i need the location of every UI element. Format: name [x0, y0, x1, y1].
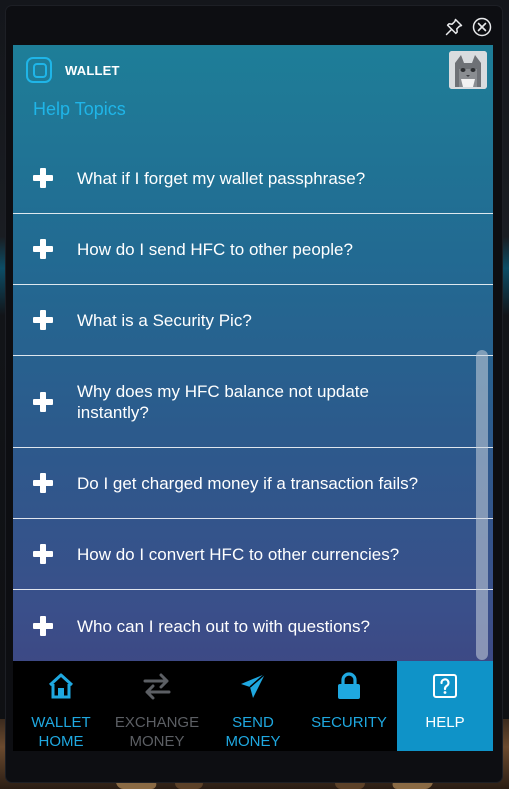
- plus-icon: [33, 310, 53, 330]
- faq-question: How do I convert HFC to other currencies…: [77, 544, 400, 564]
- faq-question: Do I get charged money if a transaction …: [77, 473, 419, 493]
- question-box-icon: [433, 674, 457, 698]
- wallet-logo-icon: [26, 57, 52, 83]
- scrollbar-thumb[interactable]: [476, 350, 488, 660]
- home-icon: [48, 673, 74, 699]
- nav-help[interactable]: HELP: [397, 661, 493, 751]
- faq-item[interactable]: Why does my HFC balance not update insta…: [13, 356, 493, 448]
- plus-icon: [33, 391, 53, 412]
- faq-item[interactable]: What if I forget my wallet passphrase?: [13, 143, 493, 214]
- avatar[interactable]: [449, 51, 487, 89]
- faq-item[interactable]: What is a Security Pic?: [13, 285, 493, 356]
- plus-icon: [33, 239, 53, 259]
- faq-question: Who can I reach out to with questions?: [77, 616, 370, 636]
- nav-send-money[interactable]: SEND MONEY: [205, 661, 301, 751]
- plus-icon: [33, 544, 53, 564]
- app-header: WALLET Help Topics: [13, 45, 493, 145]
- pin-button[interactable]: [443, 16, 465, 38]
- faq-question: How do I send HFC to other people?: [77, 239, 353, 259]
- pin-icon: [445, 18, 463, 36]
- nav-security[interactable]: SECURITY: [301, 661, 397, 751]
- plus-icon: [33, 168, 53, 188]
- nav-label-line1: SEND: [232, 714, 274, 731]
- nav-label-line1: SECURITY: [311, 714, 387, 731]
- wallet-app-panel: WALLET Help Topics What if I forget my w…: [13, 45, 493, 751]
- exchange-arrows-icon: [143, 673, 171, 700]
- faq-item[interactable]: How do I send HFC to other people?: [13, 214, 493, 285]
- plus-icon: [33, 473, 53, 493]
- paper-plane-icon: [241, 673, 266, 698]
- faq-item[interactable]: Do I get charged money if a transaction …: [13, 448, 493, 519]
- faq-list: What if I forget my wallet passphrase? H…: [13, 143, 493, 662]
- faq-item[interactable]: Who can I reach out to with questions?: [13, 590, 493, 662]
- plus-icon: [33, 616, 53, 636]
- bottom-nav: WALLET HOME EXCHANGE MONEY SEND MONEY SE…: [13, 661, 493, 751]
- nav-label-line2: MONEY: [225, 733, 281, 750]
- page-title: Help Topics: [33, 99, 126, 119]
- faq-item[interactable]: How do I convert HFC to other currencies…: [13, 519, 493, 590]
- nav-label-line1: HELP: [425, 714, 465, 731]
- nav-label-line1: EXCHANGE: [114, 714, 200, 731]
- nav-label-line2: HOME: [38, 733, 84, 750]
- app-title: WALLET: [65, 63, 120, 78]
- close-icon: [472, 17, 492, 37]
- faq-question: What if I forget my wallet passphrase?: [77, 168, 366, 188]
- nav-wallet-home[interactable]: WALLET HOME: [13, 661, 109, 751]
- faq-question: Why does my HFC balance not update insta…: [77, 381, 369, 422]
- nav-label-line1: WALLET: [31, 714, 91, 731]
- lock-icon: [338, 672, 360, 699]
- cat-avatar-image: [449, 51, 487, 89]
- close-button[interactable]: [471, 16, 493, 38]
- nav-label-line2: MONEY: [129, 733, 185, 750]
- faq-question: What is a Security Pic?: [77, 310, 252, 330]
- nav-exchange-money[interactable]: EXCHANGE MONEY: [109, 661, 205, 751]
